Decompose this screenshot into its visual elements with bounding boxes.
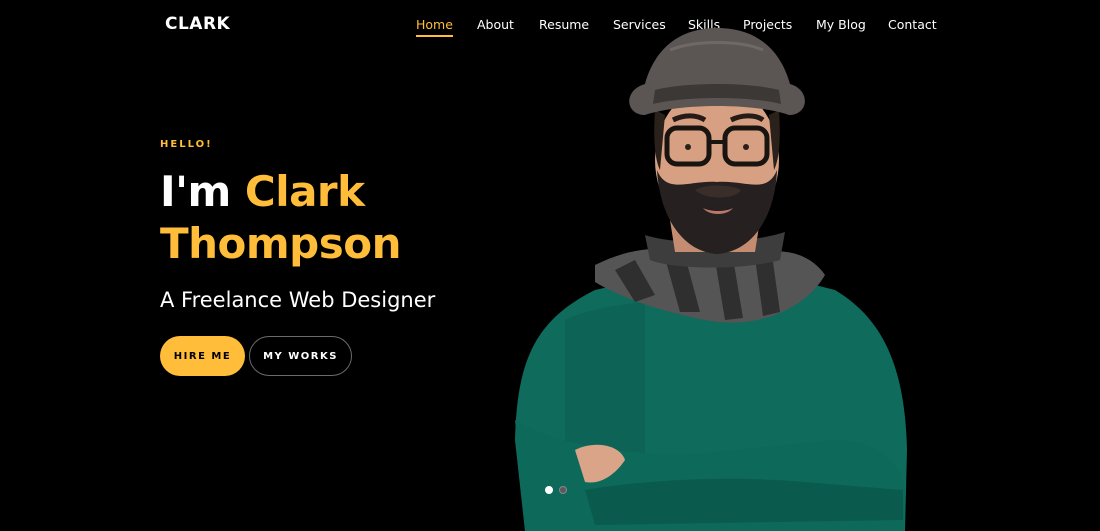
hero-headline: I'm Clark Thompson	[160, 166, 402, 270]
hero-intro: I'm	[160, 167, 231, 216]
hero-greeting: HELLO!	[160, 139, 213, 150]
hero-subtitle: A Freelance Web Designer	[160, 288, 436, 312]
slider-dots	[545, 486, 567, 494]
slider-dot-2[interactable]	[559, 486, 567, 494]
portrait-photo	[505, 20, 925, 531]
hero-last-name: Thompson	[160, 219, 402, 268]
page: CLARK Home About Resume Services Skills …	[0, 0, 1100, 531]
hire-me-button[interactable]: HIRE ME	[160, 336, 245, 376]
slider-dot-1[interactable]	[545, 486, 553, 494]
hero-first-name: Clark	[244, 167, 365, 216]
my-works-button[interactable]: MY WORKS	[249, 336, 352, 376]
nav-item-home[interactable]: Home	[416, 17, 453, 37]
